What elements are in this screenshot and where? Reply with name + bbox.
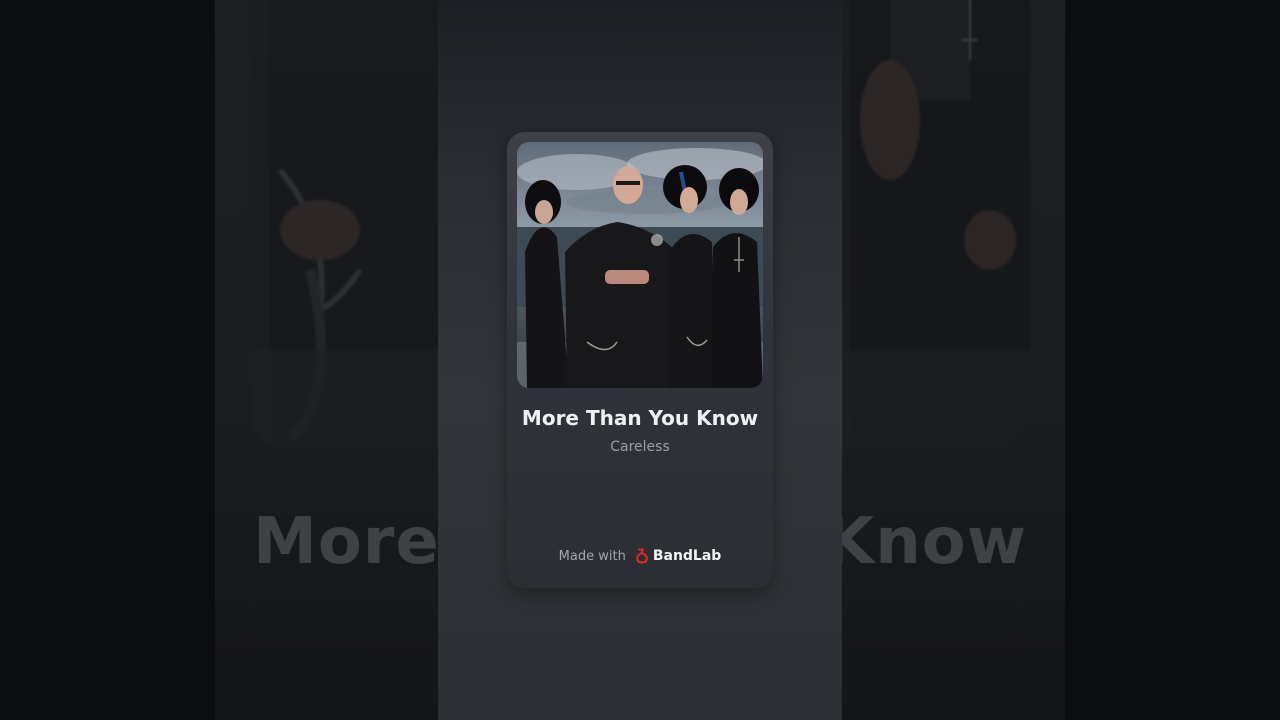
video-frame: More Than You Know [0,0,1280,720]
track-card[interactable]: More Than You Know Careless Made with Ba… [507,132,773,588]
bandlab-logo-icon [636,548,648,564]
song-title: More Than You Know [521,406,759,430]
cover-art [517,142,763,388]
made-with-label: Made with [558,548,626,564]
made-with-branding[interactable]: Made with BandLab [507,548,773,564]
artist-name[interactable]: Careless [507,439,773,455]
brand-name: BandLab [652,548,722,564]
bandlab-brand[interactable]: BandLab [634,548,722,564]
